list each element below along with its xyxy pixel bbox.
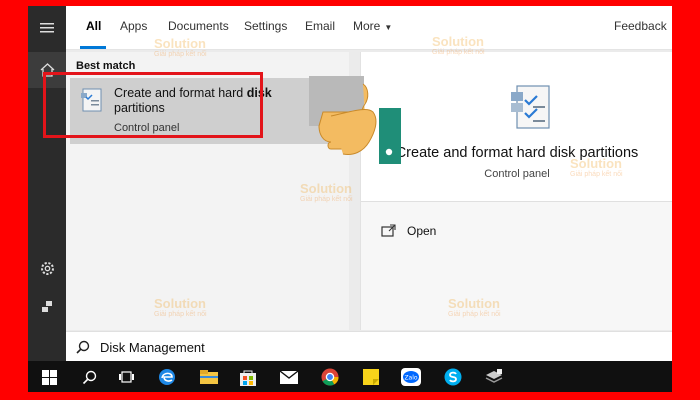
watermark-tagline: Giải pháp kết nối [154,311,207,318]
taskbar-search-button[interactable] [78,366,100,388]
watermark-tagline: Giải pháp kết nối [570,171,623,178]
gear-icon [40,261,54,275]
edge-button[interactable] [156,366,178,388]
watermark-tagline: Giải pháp kết nối [448,311,501,318]
watermark: Solution Giải pháp kết nối [448,296,501,318]
open-action[interactable]: Open [381,224,436,238]
user-icon [42,301,52,312]
mail-icon [280,370,298,384]
tab-documents[interactable]: Documents [168,19,229,33]
tab-apps[interactable]: Apps [120,19,147,33]
chrome-button[interactable] [319,366,341,388]
search-icon [82,370,96,384]
start-button[interactable] [38,366,60,388]
sticky-notes-icon [363,369,379,385]
watermark-brand: Solution [570,156,622,171]
tab-more[interactable]: More ▼ [353,19,392,33]
highlight-box [43,72,263,138]
sticky-notes-button[interactable] [360,366,382,388]
hamburger-menu-button[interactable] [28,10,66,46]
skype-button[interactable] [442,366,464,388]
preview-pane: Create and format hard disk partitions C… [360,52,672,330]
tab-email[interactable]: Email [305,19,335,33]
watermark-tagline: Giải pháp kết nối [154,51,207,58]
search-icon [76,340,90,354]
pointing-hand-icon [309,76,401,164]
hamburger-icon [40,23,54,33]
zalo-icon-label: Zalo [404,375,417,382]
task-view-button[interactable] [115,366,137,388]
watermark: Solution Giải pháp kết nối [154,296,207,318]
chevron-down-icon: ▼ [384,23,393,32]
watermark: Solution Giải pháp kết nối [154,36,207,58]
skype-icon [444,368,462,386]
tab-all[interactable]: All [86,19,101,33]
windows-search-panel: All Apps Documents Settings Email More ▼ … [28,6,672,392]
watermark-brand: Solution [448,296,500,311]
tab-settings[interactable]: Settings [244,19,287,33]
watermark: Solution Giải pháp kết nối [570,156,623,178]
store-button[interactable] [237,366,259,388]
search-box[interactable]: Disk Management [66,331,672,361]
open-label: Open [407,224,437,238]
preview-subtitle: Control panel [484,168,550,180]
settings-button[interactable] [28,250,66,286]
watermark-brand: Solution [432,34,484,49]
open-icon [381,224,396,237]
watermark-tagline: Giải pháp kết nối [300,196,353,203]
chrome-icon [321,368,339,386]
feedback-link[interactable]: Feedback [614,19,667,33]
store-icon [240,370,256,386]
watermark-brand: Solution [154,36,206,51]
account-button[interactable] [28,288,66,324]
windows-icon [41,369,57,385]
left-rail [28,6,66,361]
best-match-heading: Best match [76,60,136,72]
tab-selected-indicator [80,46,106,49]
watermark-brand: Solution [300,181,352,196]
app-button[interactable] [483,366,505,388]
edge-icon [159,369,175,385]
watermark-tagline: Giải pháp kết nối [432,49,485,56]
search-input[interactable]: Disk Management [100,340,205,355]
task-view-icon [118,371,134,383]
mail-button[interactable] [278,366,300,388]
zalo-icon: Zalo [401,368,421,386]
file-explorer-icon [200,370,218,384]
watermark: Solution Giải pháp kết nối [300,181,353,203]
preview-header: Create and format hard disk partitions C… [361,52,672,202]
watermark: Solution Giải pháp kết nối [432,34,485,56]
zalo-button[interactable]: Zalo [400,366,422,388]
file-explorer-button[interactable] [198,366,220,388]
app-icon [485,369,503,383]
tab-more-label: More [353,19,381,33]
taskbar: Zalo [28,361,672,392]
preview-title: Create and format hard disk partitions [395,145,639,161]
disk-management-large-icon [511,85,550,129]
watermark-brand: Solution [154,296,206,311]
